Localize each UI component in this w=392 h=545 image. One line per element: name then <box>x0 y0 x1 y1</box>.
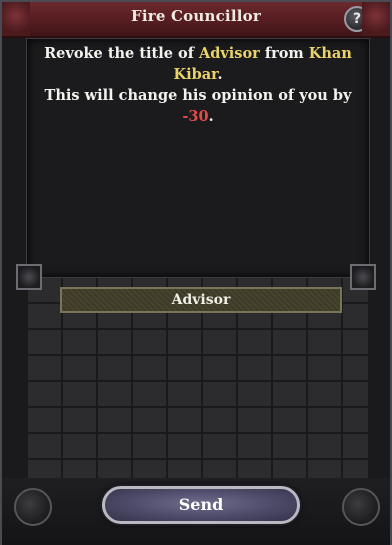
left-ornament-icon <box>14 488 52 526</box>
frame-corner-ornament-icon <box>350 264 376 290</box>
message-line2-suffix: . <box>208 108 214 125</box>
title-selector[interactable]: Advisor <box>60 287 342 313</box>
send-button[interactable]: Send <box>102 486 300 524</box>
message-line1-prefix: Revoke the title of <box>44 45 199 62</box>
message-line1-mid: from <box>259 45 309 62</box>
title-banner: Fire Councillor ? <box>2 2 390 38</box>
message-panel: Revoke the title of Advisor from Khan Ki… <box>26 38 370 278</box>
question-mark-icon: ? <box>352 11 362 27</box>
frame-corner-ornament-icon <box>16 264 42 290</box>
title-name: Advisor <box>198 45 260 62</box>
help-button[interactable]: ? <box>344 6 370 32</box>
message-line2-prefix: This will change his opinion of you by <box>44 87 352 104</box>
dialog-title: Fire Councillor <box>131 7 261 25</box>
opinion-change-value: -30 <box>182 108 209 125</box>
message-text: Revoke the title of Advisor from Khan Ki… <box>27 43 369 127</box>
fire-councillor-dialog: Fire Councillor ? Revoke the title of Ad… <box>0 0 392 545</box>
right-ornament-icon <box>342 488 380 526</box>
message-line1-suffix: . <box>217 66 223 83</box>
